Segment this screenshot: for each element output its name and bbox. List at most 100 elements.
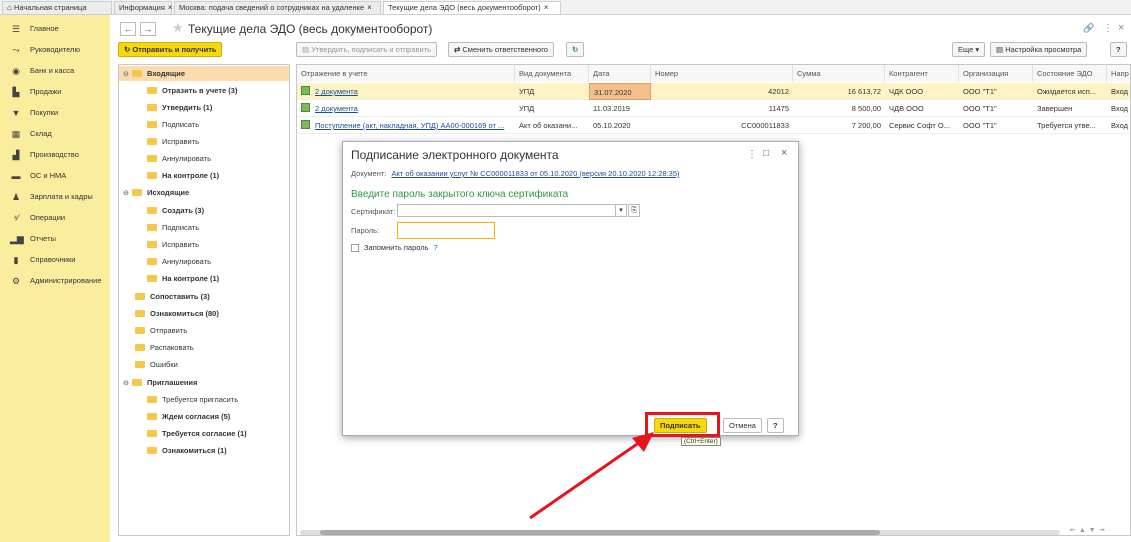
help-button[interactable]: ? — [1110, 42, 1127, 57]
collapse-icon[interactable]: ⊖ — [123, 67, 132, 82]
close-icon[interactable]: × — [544, 3, 549, 12]
remember-password-checkbox[interactable] — [351, 244, 359, 252]
column-header[interactable]: Вид документа — [515, 65, 589, 82]
cancel-button[interactable]: Отмена — [723, 418, 762, 433]
table-nav-arrows-icon[interactable]: ⇤▲▼⇥ — [1070, 526, 1108, 534]
tree-item[interactable]: Ошибки — [135, 357, 178, 372]
collapse-icon[interactable]: ⊖ — [123, 186, 132, 201]
column-header[interactable]: Сумма — [793, 65, 885, 82]
dialog-help-button[interactable]: ? — [767, 418, 784, 433]
sidebar-item-assets[interactable]: ▬ ОС и НМА — [0, 167, 110, 185]
table-row[interactable]: Поступление (акт, накладная, УПД) АА00-0… — [297, 117, 1130, 134]
tree-item-incoming[interactable]: ⊖ Входящие — [123, 66, 185, 81]
table-cell[interactable]: 2 документа — [297, 83, 515, 100]
tree-item-outgoing[interactable]: ⊖ Исходящие — [123, 185, 189, 200]
column-header[interactable]: Дата — [589, 65, 651, 82]
scrollbar-thumb[interactable] — [320, 530, 880, 535]
tree-item[interactable]: Требуется согласие (1) — [147, 426, 247, 441]
change-responsible-button[interactable]: ⇄ Сменить ответственного — [448, 42, 554, 57]
document-icon — [301, 86, 310, 95]
favorite-star-icon[interactable]: ★ — [172, 20, 184, 36]
tree-item[interactable]: Создать (3) — [147, 203, 204, 218]
table-cell-selected[interactable]: 31.07.2020 — [589, 83, 651, 100]
sidebar-item-bank[interactable]: ◉ Банк и касса — [0, 62, 110, 80]
sidebar-item-main[interactable]: ☰ Главное — [0, 20, 110, 38]
document-link[interactable]: Акт об оказании услуг № СС000011833 от 0… — [391, 169, 679, 178]
tab-home[interactable]: ⌂ Начальная страница — [2, 1, 112, 14]
sidebar-item-sales[interactable]: ▙ Продажи — [0, 83, 110, 101]
column-header[interactable]: Отражение в учете — [297, 65, 515, 82]
more-icon[interactable]: ⋮ — [1103, 23, 1113, 34]
forward-button[interactable]: → — [140, 22, 156, 36]
collapse-icon[interactable]: ⊖ — [123, 376, 132, 391]
tree-item[interactable]: Исправить — [147, 134, 199, 149]
sidebar-item-manager[interactable]: ⤳ Руководителю — [0, 41, 110, 59]
tree-item[interactable]: Распаковать — [135, 340, 194, 355]
home-icon: ⌂ — [7, 3, 12, 12]
tab-moscow[interactable]: Москва: подача сведений о сотрудниках на… — [174, 1, 381, 14]
tree-item[interactable]: Ознакомиться (1) — [147, 443, 227, 458]
link-icon[interactable]: 🔗 — [1083, 23, 1094, 34]
sidebar-item-production[interactable]: ▟ Производство — [0, 146, 110, 164]
back-button[interactable]: ← — [120, 22, 136, 36]
button-label: Настройка просмотра — [1005, 45, 1082, 54]
tree-item[interactable]: На контроле (1) — [147, 168, 219, 183]
column-header[interactable]: Номер — [651, 65, 793, 82]
password-prompt: Введите пароль закрытого ключа сертифика… — [351, 189, 569, 200]
password-field[interactable] — [397, 222, 495, 239]
sidebar-item-label: Руководителю — [30, 45, 81, 54]
close-icon[interactable]: × — [781, 147, 787, 159]
tree-item[interactable]: На контроле (1) — [147, 271, 219, 286]
column-header[interactable]: Контрагент — [885, 65, 959, 82]
tree-item[interactable]: Утвердить (1) — [147, 100, 212, 115]
remember-password-label[interactable]: Запомнить пароль ? — [364, 243, 438, 252]
maximize-icon[interactable]: □ — [763, 148, 769, 159]
close-icon[interactable]: × — [1118, 22, 1124, 34]
table-cell[interactable]: Поступление (акт, накладная, УПД) АА00-0… — [297, 117, 515, 134]
sidebar-item-reports[interactable]: ▂▆ Отчеты — [0, 230, 110, 248]
certificate-select[interactable] — [397, 204, 627, 217]
sidebar-item-admin[interactable]: ⚙ Администрирование — [0, 272, 110, 290]
help-icon[interactable]: ? — [434, 243, 438, 252]
tab-edo-current[interactable]: Текущие дела ЭДО (весь документооборот) × — [383, 1, 561, 14]
table-row[interactable]: 2 документа УПД 31.07.2020 42012 16 613,… — [297, 83, 1130, 100]
button-label: Отправить и получить — [132, 45, 217, 54]
tree-item[interactable]: Подписать — [147, 117, 199, 132]
folder-icon — [147, 104, 157, 111]
sidebar-item-operations[interactable]: ⁴⁄ Операции — [0, 209, 110, 227]
approve-sign-send-button[interactable]: ▤ Утвердить, подписать и отправить — [296, 42, 438, 57]
table-row[interactable]: 2 документа УПД 11.03.2019 11475 8 500,0… — [297, 100, 1130, 117]
tree-item[interactable]: Требуется пригласить — [147, 392, 238, 407]
tree-item[interactable]: Ждем согласия (5) — [147, 409, 230, 424]
tree-item[interactable]: Ознакомиться (80) — [135, 306, 219, 321]
tree-item[interactable]: Отразить в учете (3) — [147, 83, 237, 98]
column-header[interactable]: Состояние ЭДО — [1033, 65, 1107, 82]
sidebar-item-purchases[interactable]: ▼ Покупки — [0, 104, 110, 122]
send-receive-button[interactable]: ↻ Отправить и получить — [118, 42, 223, 57]
tree-item[interactable]: Аннулировать — [147, 151, 211, 166]
tab-info[interactable]: Информация × — [114, 1, 173, 14]
close-icon[interactable]: × — [367, 3, 372, 12]
table-cell: СС000011833 — [741, 121, 789, 130]
more-button[interactable]: Еще ▾ — [952, 42, 986, 57]
tree-item[interactable]: Отправить — [135, 323, 187, 338]
tree-item[interactable]: Подписать — [147, 220, 199, 235]
sidebar-item-payroll[interactable]: ♟ Зарплата и кадры — [0, 188, 110, 206]
sidebar-item-references[interactable]: ▮ Справочники — [0, 251, 110, 269]
chevron-down-icon[interactable]: ▾ — [615, 204, 627, 217]
close-icon[interactable]: × — [168, 3, 173, 12]
column-header[interactable]: Напр — [1107, 65, 1130, 82]
column-header[interactable]: Организация — [959, 65, 1033, 82]
table-cell: Сервис Софт О... — [889, 121, 950, 130]
tree-item[interactable]: Исправить — [147, 237, 199, 252]
open-certificate-icon[interactable]: ⎘ — [628, 204, 640, 217]
more-icon[interactable]: ⋮ — [747, 149, 757, 160]
tree-item[interactable]: Сопоставить (3) — [135, 289, 210, 304]
table-cell[interactable]: 2 документа — [297, 100, 515, 117]
sidebar-item-warehouse[interactable]: ▦ Склад — [0, 125, 110, 143]
refresh-button[interactable]: ↻ — [566, 42, 585, 57]
tree-item[interactable]: Аннулировать — [147, 254, 211, 269]
view-settings-button[interactable]: ▤ Настройка просмотра — [990, 42, 1088, 57]
tree-item-invitations[interactable]: ⊖ Приглашения — [123, 375, 197, 390]
cell-text: 2 документа — [315, 87, 358, 96]
